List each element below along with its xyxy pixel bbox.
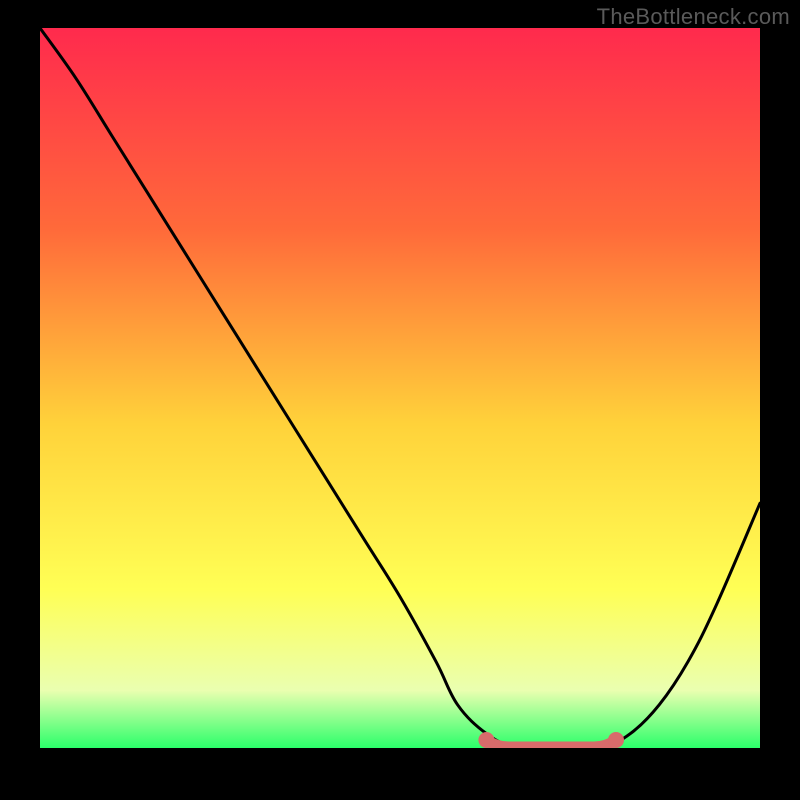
bottleneck-chart xyxy=(40,28,760,748)
chart-frame: TheBottleneck.com xyxy=(0,0,800,800)
plateau-start-dot xyxy=(478,732,494,748)
watermark-text: TheBottleneck.com xyxy=(597,4,790,30)
plateau-end-dot xyxy=(608,732,624,748)
gradient-background xyxy=(40,28,760,748)
